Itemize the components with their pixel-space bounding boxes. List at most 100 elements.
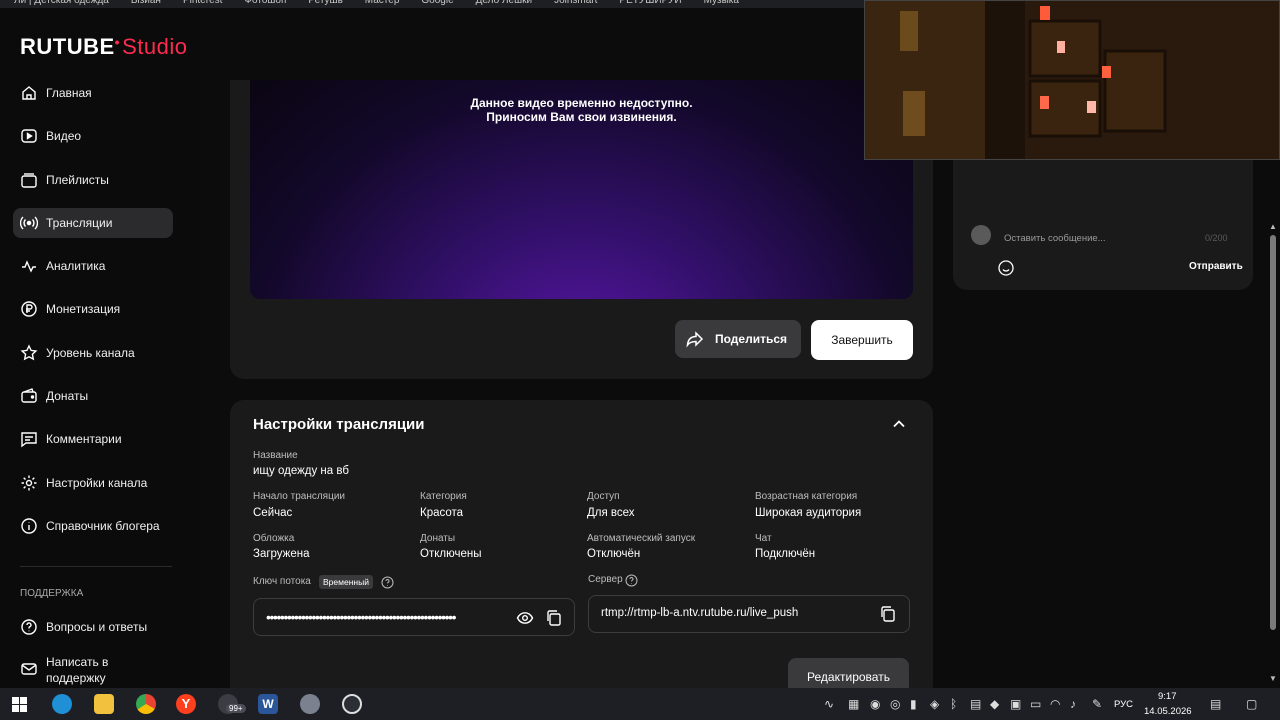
copy-icon[interactable]	[545, 609, 563, 627]
file-explorer-icon[interactable]	[94, 694, 114, 714]
notifications-icon[interactable]: ▢	[1246, 697, 1257, 711]
bookmark-item[interactable]: Фотошоп	[244, 0, 286, 8]
sidebar-item-video[interactable]: Видео	[13, 121, 173, 151]
scroll-up-arrow[interactable]: ▲	[1269, 222, 1277, 231]
sidebar-item-home[interactable]: Главная	[13, 78, 173, 108]
rutube-studio-logo[interactable]: RUTUBE•Studio	[20, 34, 187, 60]
bookmark-item[interactable]: Дело Лёшки	[476, 0, 532, 8]
bookmark-item[interactable]: Ызиан	[131, 0, 161, 8]
start-label: Начало трансляции	[253, 491, 345, 502]
sidebar-item-channel-settings[interactable]: Настройки канала	[13, 468, 173, 498]
sidebar-item-channel-level[interactable]: Уровень канала	[13, 338, 173, 368]
tray-icon[interactable]: ◈	[930, 697, 939, 711]
donates-label: Донаты	[420, 533, 456, 544]
analytics-icon	[20, 257, 38, 275]
end-broadcast-button[interactable]: Завершить	[811, 320, 913, 360]
volume-icon[interactable]: ♪	[1070, 697, 1076, 711]
tray-icon[interactable]: ◉	[870, 697, 880, 711]
chevron-up-icon[interactable]	[891, 416, 907, 432]
bookmark-item[interactable]: Google	[421, 0, 453, 8]
support-nav: Вопросы и ответы Написать в поддержку	[13, 612, 173, 696]
sidebar-item-donates[interactable]: Донаты	[13, 381, 173, 411]
stream-key-field[interactable]: ••••••••••••••••••••••••••••••••••••••••…	[253, 598, 575, 636]
obs-icon[interactable]	[342, 694, 362, 714]
sidebar-item-blogger-guide[interactable]: Справочник блогера	[13, 511, 173, 541]
sidebar-item-comments[interactable]: Комментарии	[13, 424, 173, 454]
bookmark-item[interactable]: Ретушь	[308, 0, 342, 8]
video-unavailable-message: Данное видео временно недоступно. Принос…	[250, 96, 913, 124]
age-category-value: Широкая аудитория	[755, 507, 862, 519]
donates-value: Отключены	[420, 548, 482, 560]
sidebar-item-playlists[interactable]: Плейлисты	[13, 165, 173, 195]
windows-start-icon[interactable]	[12, 697, 27, 712]
bookmark-item[interactable]: Ли | Детская одежда	[14, 0, 109, 8]
word-icon[interactable]: W	[258, 694, 278, 714]
bookmark-item[interactable]: Pinterest	[183, 0, 222, 8]
sidebar-item-label: Аналитика	[46, 259, 106, 274]
share-button[interactable]: Поделиться	[675, 320, 801, 358]
emoji-icon[interactable]	[997, 259, 1015, 277]
tray-icon[interactable]: ▦	[848, 697, 859, 711]
broadcast-settings-card: Настройки трансляции Название ищу одежду…	[230, 400, 933, 700]
battery-icon[interactable]: ▭	[1030, 697, 1041, 711]
yandex-browser-icon[interactable]: Y	[176, 694, 196, 714]
access-label: Доступ	[587, 491, 620, 502]
start-value: Сейчас	[253, 507, 293, 519]
mail-icon	[20, 660, 38, 678]
tray-icon[interactable]: ◎	[890, 697, 900, 711]
stream-key-label: Ключ потока	[253, 576, 311, 587]
video-icon	[20, 127, 38, 145]
sidebar-nav: Главная Видео Плейлисты Трансляции Анали…	[13, 78, 173, 554]
server-url-field[interactable]: rtmp://rtmp-lb-a.ntv.rutube.ru/live_push	[588, 595, 910, 633]
wifi-icon[interactable]: ◠	[1050, 697, 1060, 711]
help-icon[interactable]	[625, 574, 638, 587]
sidebar-item-analytics[interactable]: Аналитика	[13, 251, 173, 281]
video-message-line: Приносим Вам свои извинения.	[486, 110, 677, 124]
settings-title: Настройки трансляции	[253, 416, 425, 433]
sidebar-item-faq[interactable]: Вопросы и ответы	[13, 612, 173, 642]
language-indicator[interactable]: РУС	[1114, 699, 1133, 710]
tray-icon[interactable]: ▤	[1210, 697, 1221, 711]
autostart-label: Автоматический запуск	[587, 533, 696, 544]
bookmark-item[interactable]: Мастер	[365, 0, 400, 8]
sidebar-item-label: Монетизация	[46, 302, 121, 317]
clock-time[interactable]: 9:17	[1158, 691, 1177, 702]
share-icon	[686, 331, 704, 348]
clock-date[interactable]: 14.05.2026	[1144, 706, 1192, 717]
eye-icon[interactable]	[516, 609, 534, 627]
chat-label: Чат	[755, 533, 772, 544]
tray-icon[interactable]: ▮	[910, 697, 917, 711]
bookmark-item[interactable]: Joinsmart	[554, 0, 597, 8]
logo-dot: •	[114, 34, 121, 50]
tray-icon[interactable]: ▤	[970, 697, 981, 711]
tray-icon[interactable]: ∿	[824, 697, 834, 711]
windows-taskbar: Y 99+ W ∿ ▦ ◉ ◎ ▮ ◈ ᛒ ▤ ◆ ▣ ▭ ◠ ♪ ✎ РУС …	[0, 688, 1280, 720]
chrome-icon[interactable]	[136, 694, 156, 714]
scroll-down-arrow[interactable]: ▼	[1269, 674, 1277, 683]
sidebar-item-write-support[interactable]: Написать в поддержку	[13, 654, 173, 685]
copy-icon[interactable]	[879, 605, 897, 623]
tray-icon[interactable]: ◆	[990, 697, 999, 711]
bookmark-item[interactable]: РЕТУШИРУЙ	[619, 0, 681, 8]
help-icon[interactable]	[381, 576, 394, 589]
category-label: Категория	[420, 491, 467, 502]
sidebar-item-broadcasts[interactable]: Трансляции	[13, 207, 173, 238]
notification-badge: 99+	[226, 704, 246, 713]
home-icon	[20, 84, 38, 102]
chat-char-counter: 0/200	[1205, 233, 1228, 243]
chat-send-button[interactable]: Отправить	[1189, 261, 1243, 272]
video-player[interactable]: Данное видео временно недоступно. Принос…	[250, 80, 913, 299]
app-icon[interactable]	[300, 694, 320, 714]
sidebar-item-label: Уровень канала	[46, 345, 135, 360]
pen-icon[interactable]: ✎	[1092, 697, 1102, 711]
scrollbar-thumb[interactable]	[1270, 235, 1276, 630]
sidebar: RUTUBE•Studio Главная Видео Плейлисты Тр…	[0, 8, 200, 688]
bluetooth-icon[interactable]: ᛒ	[950, 697, 957, 711]
category-value: Красота	[420, 507, 464, 519]
bookmark-item[interactable]: Музыка	[704, 0, 739, 8]
server-url-value: rtmp://rtmp-lb-a.ntv.rutube.ru/live_push	[601, 607, 799, 619]
chat-message-input[interactable]: Оставить сообщение...	[1004, 233, 1106, 244]
edge-icon[interactable]	[52, 694, 72, 714]
sidebar-item-monetization[interactable]: Монетизация	[13, 294, 173, 324]
tray-icon[interactable]: ▣	[1010, 697, 1021, 711]
